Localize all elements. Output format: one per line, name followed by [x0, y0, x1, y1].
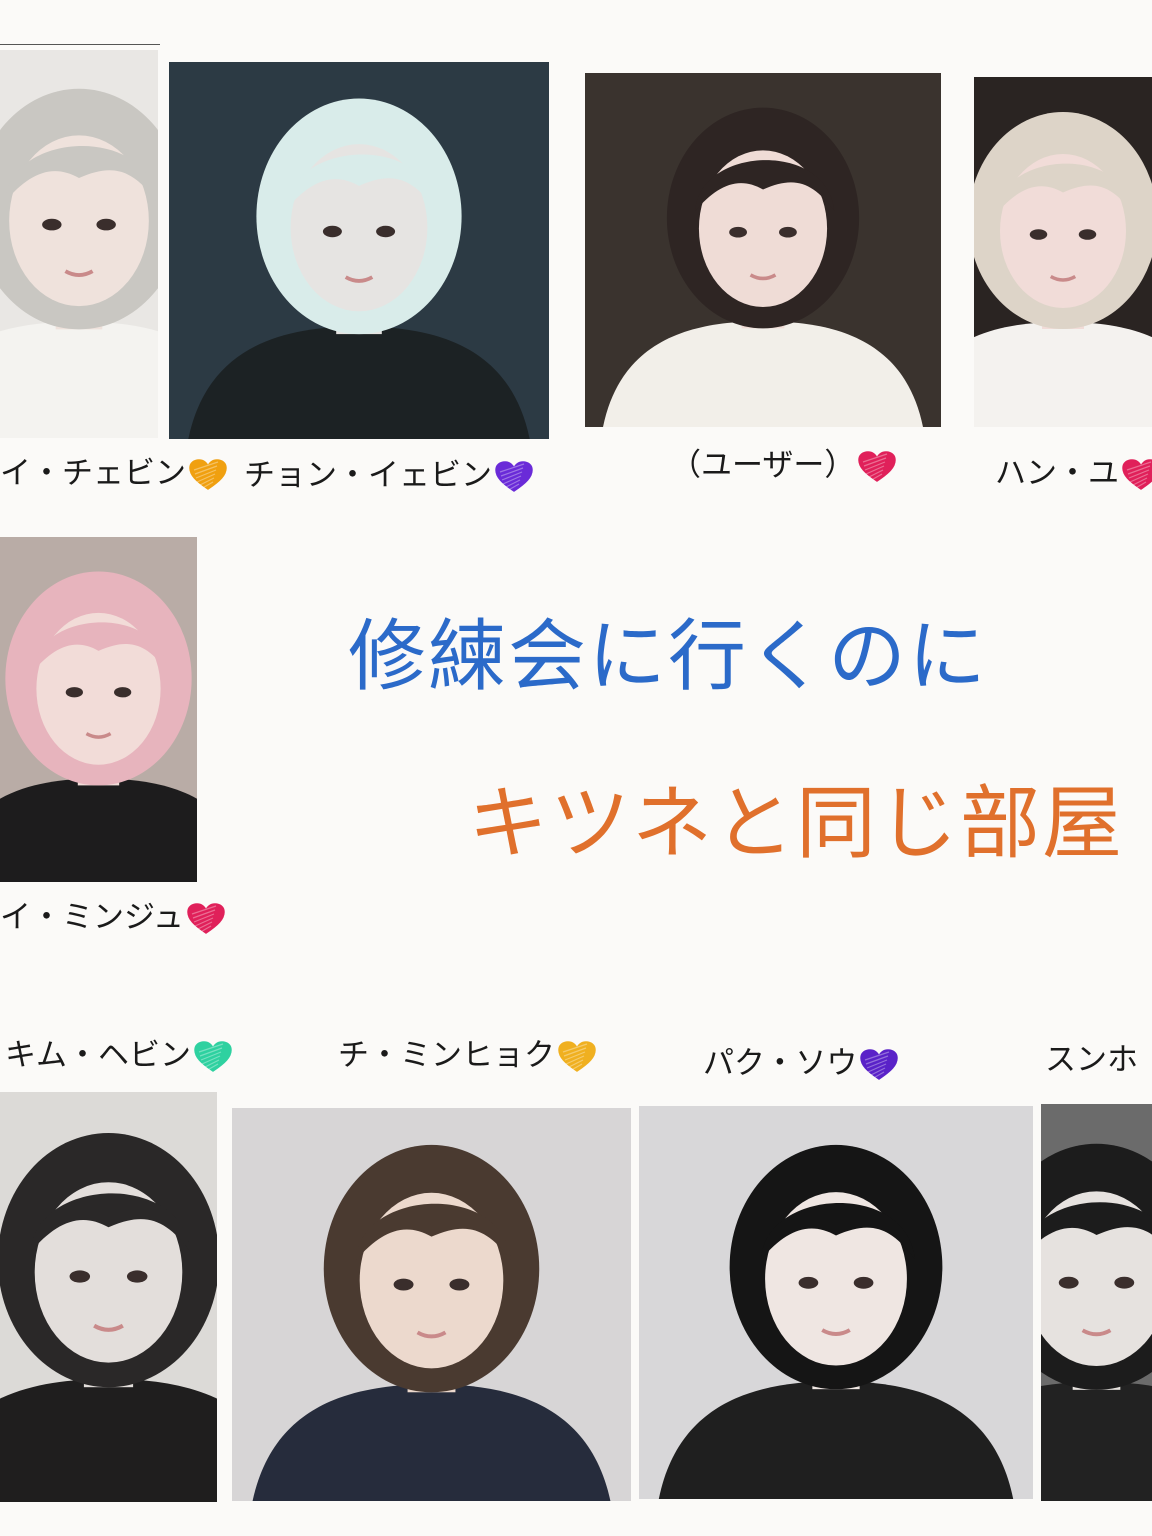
name-text: イ・チェビン [0, 455, 186, 492]
name-text: チョン・イェビン [244, 457, 492, 494]
name-text: ハン・ユ [995, 455, 1119, 492]
name-park-sou: パク・ソウ [703, 1048, 899, 1082]
heart-icon [194, 1041, 232, 1073]
portrait-illustration [0, 50, 158, 438]
portrait-illustration [0, 1092, 217, 1502]
name-text: （ユーザー） [670, 447, 856, 484]
heart-icon [187, 903, 225, 935]
name-user: （ユーザー） [670, 450, 897, 484]
name-kim-haebin: キム・ヘビン [5, 1040, 233, 1074]
heart-icon [189, 459, 227, 491]
portrait-illustration [232, 1108, 631, 1501]
heart-icon [860, 1049, 899, 1081]
portrait-illustration [1041, 1104, 1152, 1501]
portrait-lee-chaebin [0, 50, 158, 438]
portrait-sunho [1041, 1104, 1152, 1501]
collage-canvas: イ・チェビン チョン・イェビン （ユーザー） ハン・ユ イ・ミンジュ 修練会に行… [0, 0, 1152, 1536]
portrait-illustration [974, 77, 1152, 427]
name-text: イ・ミンジュ [0, 899, 184, 936]
heart-icon [558, 1041, 596, 1073]
name-lee-minju: イ・ミンジュ [0, 902, 226, 936]
title-line-2: キツネと同じ部屋 [468, 777, 1124, 870]
portrait-illustration [169, 62, 549, 439]
heart-icon [1122, 459, 1152, 491]
name-sunho: スンホ [1045, 1045, 1138, 1076]
portrait-kim-haebin [0, 1092, 217, 1502]
portrait-lee-minju [0, 537, 197, 882]
name-jeon-ebin: チョン・イェビン [244, 460, 534, 494]
name-han-yu: ハン・ユ [995, 458, 1152, 492]
portrait-park-sou [639, 1106, 1033, 1499]
name-text: チ・ミンヒョク [338, 1037, 555, 1074]
title-line-1: 修練会に行くのに [348, 612, 989, 702]
portrait-illustration [639, 1106, 1033, 1499]
top-divider [0, 44, 160, 45]
name-text: パク・ソウ [703, 1045, 858, 1082]
name-lee-chaebin: イ・チェビン [0, 458, 228, 492]
portrait-illustration [585, 73, 941, 427]
heart-icon [495, 461, 533, 493]
portrait-user [585, 73, 941, 427]
name-text: キム・ヘビン [5, 1037, 191, 1074]
portrait-jeon-ebin [169, 62, 549, 439]
name-text: スンホ [1045, 1042, 1138, 1078]
heart-icon [858, 451, 897, 483]
name-ji-minhyuk: チ・ミンヒョク [338, 1040, 597, 1074]
portrait-han-yu [974, 77, 1152, 427]
portrait-ji-minhyuk [232, 1108, 631, 1501]
portrait-illustration [0, 537, 197, 882]
